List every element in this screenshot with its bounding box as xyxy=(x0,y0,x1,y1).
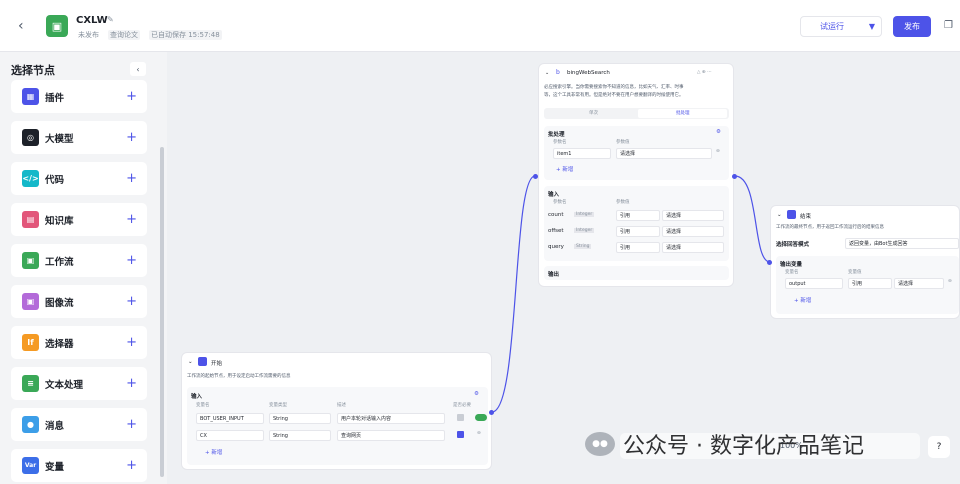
col-var-type: 变量类型 xyxy=(269,403,287,408)
tab-batch-active[interactable]: 批处理 xyxy=(638,109,727,118)
bing-input-port[interactable] xyxy=(533,174,538,179)
param-mode[interactable]: 引用 xyxy=(616,242,660,253)
param-value[interactable]: 请选择 xyxy=(662,226,724,237)
start-add[interactable]: + 新增 xyxy=(205,448,222,456)
remove-icon[interactable]: ⊖ xyxy=(716,149,720,154)
end-node[interactable]: ⌄ 结束 工作流的最终节点，用于返回工作流运行后的结果信息 选择回答模式 返回变… xyxy=(770,205,960,319)
chevron-down-icon[interactable]: ⌄ xyxy=(188,359,193,365)
remove-icon[interactable]: ⊖ xyxy=(948,279,952,284)
col-name: 变量名 xyxy=(785,270,799,275)
end-node-title: 结束 xyxy=(800,214,812,220)
edge-bing-to-end xyxy=(734,175,771,263)
var-type-select[interactable]: String xyxy=(269,430,331,441)
toggle-switch[interactable] xyxy=(475,414,487,421)
param-mode[interactable]: 引用 xyxy=(616,226,660,237)
mode-tabs: 单次 批处理 xyxy=(544,108,729,119)
output-section-title: 输出 xyxy=(548,272,560,278)
batch-section: 批处理 ⚙ 参数名 参数值 item1 请选择 ⊖ + 新增 xyxy=(544,126,729,180)
answer-mode-label: 选择回答模式 xyxy=(776,242,810,248)
tab-batch: 批处理 xyxy=(676,111,690,116)
col-value: 参数值 xyxy=(616,200,630,205)
param-name: offset xyxy=(548,228,564,234)
start-node-title: 开始 xyxy=(211,361,223,367)
watermark-text: 公众号 · 数字化产品笔记 xyxy=(623,434,864,459)
answer-mode-select[interactable]: 返回变量，由Bot生成回答 xyxy=(845,238,959,249)
start-input-section: 输入 ⚙ 变量名 变量类型 描述 是否必要 BOT_USER_INPUT Str… xyxy=(187,387,488,465)
param-type: Integer xyxy=(574,228,595,233)
bing-desc-line1: 必应搜索引擎。当你需要搜索你不知道的信息，比如天气、汇率、时事 xyxy=(544,85,684,90)
tab-single[interactable]: 单次 xyxy=(589,110,598,116)
remove-icon[interactable]: ⊖ xyxy=(477,431,481,436)
bing-search-node[interactable]: ⌄ b bingWebSearch △ ⊕ ⋯ 必应搜索引擎。当你需要搜索你不知… xyxy=(538,63,734,287)
var-name-field[interactable]: BOT_USER_INPUT xyxy=(196,413,264,424)
col-name: 参数名 xyxy=(553,140,567,145)
input-section: 输入 参数名 参数值 count Integer 引用 请选择 offset I… xyxy=(544,186,729,261)
end-output-title: 输出变量 xyxy=(780,262,803,268)
output-section[interactable]: 输出 xyxy=(544,266,729,280)
batch-item-name[interactable]: item1 xyxy=(553,148,611,159)
node-actions-icon[interactable]: △ ⊕ ⋯ xyxy=(697,70,712,75)
watermark: ●● 公众号 · 数字化产品笔记 xyxy=(585,426,960,462)
output-var-field[interactable]: output xyxy=(785,278,843,289)
var-desc-field[interactable]: 查询网页 xyxy=(337,430,445,441)
end-icon xyxy=(787,210,796,219)
batch-add[interactable]: + 新增 xyxy=(556,165,573,173)
param-name: count xyxy=(548,212,564,218)
output-value-select[interactable]: 请选择 xyxy=(894,278,944,289)
end-desc: 工作流的最终节点，用于返回工作流运行后的结果信息 xyxy=(776,225,884,230)
var-name-field[interactable]: CX xyxy=(196,430,264,441)
var-type-select[interactable]: String xyxy=(269,413,331,424)
chevron-down-icon[interactable]: ⌄ xyxy=(545,70,549,76)
output-ref-select[interactable]: 引用 xyxy=(848,278,892,289)
start-icon xyxy=(198,357,207,366)
required-checkbox[interactable] xyxy=(457,431,464,438)
start-node[interactable]: ⌄ 开始 工作流的起始节点，用于设定启动工作流需要的信息 输入 ⚙ 变量名 变量… xyxy=(181,352,492,470)
batch-item-select[interactable]: 请选择 xyxy=(616,148,712,159)
col-value: 参数值 xyxy=(616,140,630,145)
bing-node-title: bingWebSearch xyxy=(567,70,610,76)
chevron-down-icon[interactable]: ⌄ xyxy=(777,212,782,218)
col-value: 变量值 xyxy=(848,270,862,275)
search-icon: b xyxy=(556,69,560,76)
bing-output-port[interactable] xyxy=(732,174,737,179)
col-var-name: 变量名 xyxy=(196,403,210,408)
end-output-section: 输出变量 变量名 变量值 output 引用 请选择 ⊖ + 新增 xyxy=(776,256,959,314)
col-required: 是否必要 xyxy=(453,403,471,408)
required-checkbox[interactable] xyxy=(457,414,464,421)
param-type: String xyxy=(574,244,592,249)
param-type: Integer xyxy=(574,212,595,217)
col-desc: 描述 xyxy=(337,403,346,408)
end-add[interactable]: + 新增 xyxy=(794,296,811,304)
settings-icon[interactable]: ⚙ xyxy=(716,129,721,135)
end-input-port[interactable] xyxy=(767,260,772,265)
wechat-icon: ●● xyxy=(585,432,615,456)
input-section-title: 输入 xyxy=(548,192,560,198)
param-value[interactable]: 请选择 xyxy=(662,210,724,221)
start-input-title: 输入 xyxy=(191,394,203,400)
param-name: query xyxy=(548,244,564,250)
param-mode[interactable]: 引用 xyxy=(616,210,660,221)
col-name: 参数名 xyxy=(553,200,567,205)
var-desc-field[interactable]: 用户本轮对话输入内容 xyxy=(337,413,445,424)
start-desc: 工作流的起始节点，用于设定启动工作流需要的信息 xyxy=(187,374,291,379)
param-value[interactable]: 请选择 xyxy=(662,242,724,253)
bing-desc-line2: 等，这个工具非常有用。但是绝对不要在用户想要翻译的时候使用它。 xyxy=(544,93,684,98)
settings-icon[interactable]: ⚙ xyxy=(474,391,479,397)
start-output-port[interactable] xyxy=(489,410,494,415)
edge-start-to-bing xyxy=(491,175,536,413)
help-icon[interactable]: ? xyxy=(928,436,950,458)
batch-section-title: 批处理 xyxy=(548,132,565,138)
